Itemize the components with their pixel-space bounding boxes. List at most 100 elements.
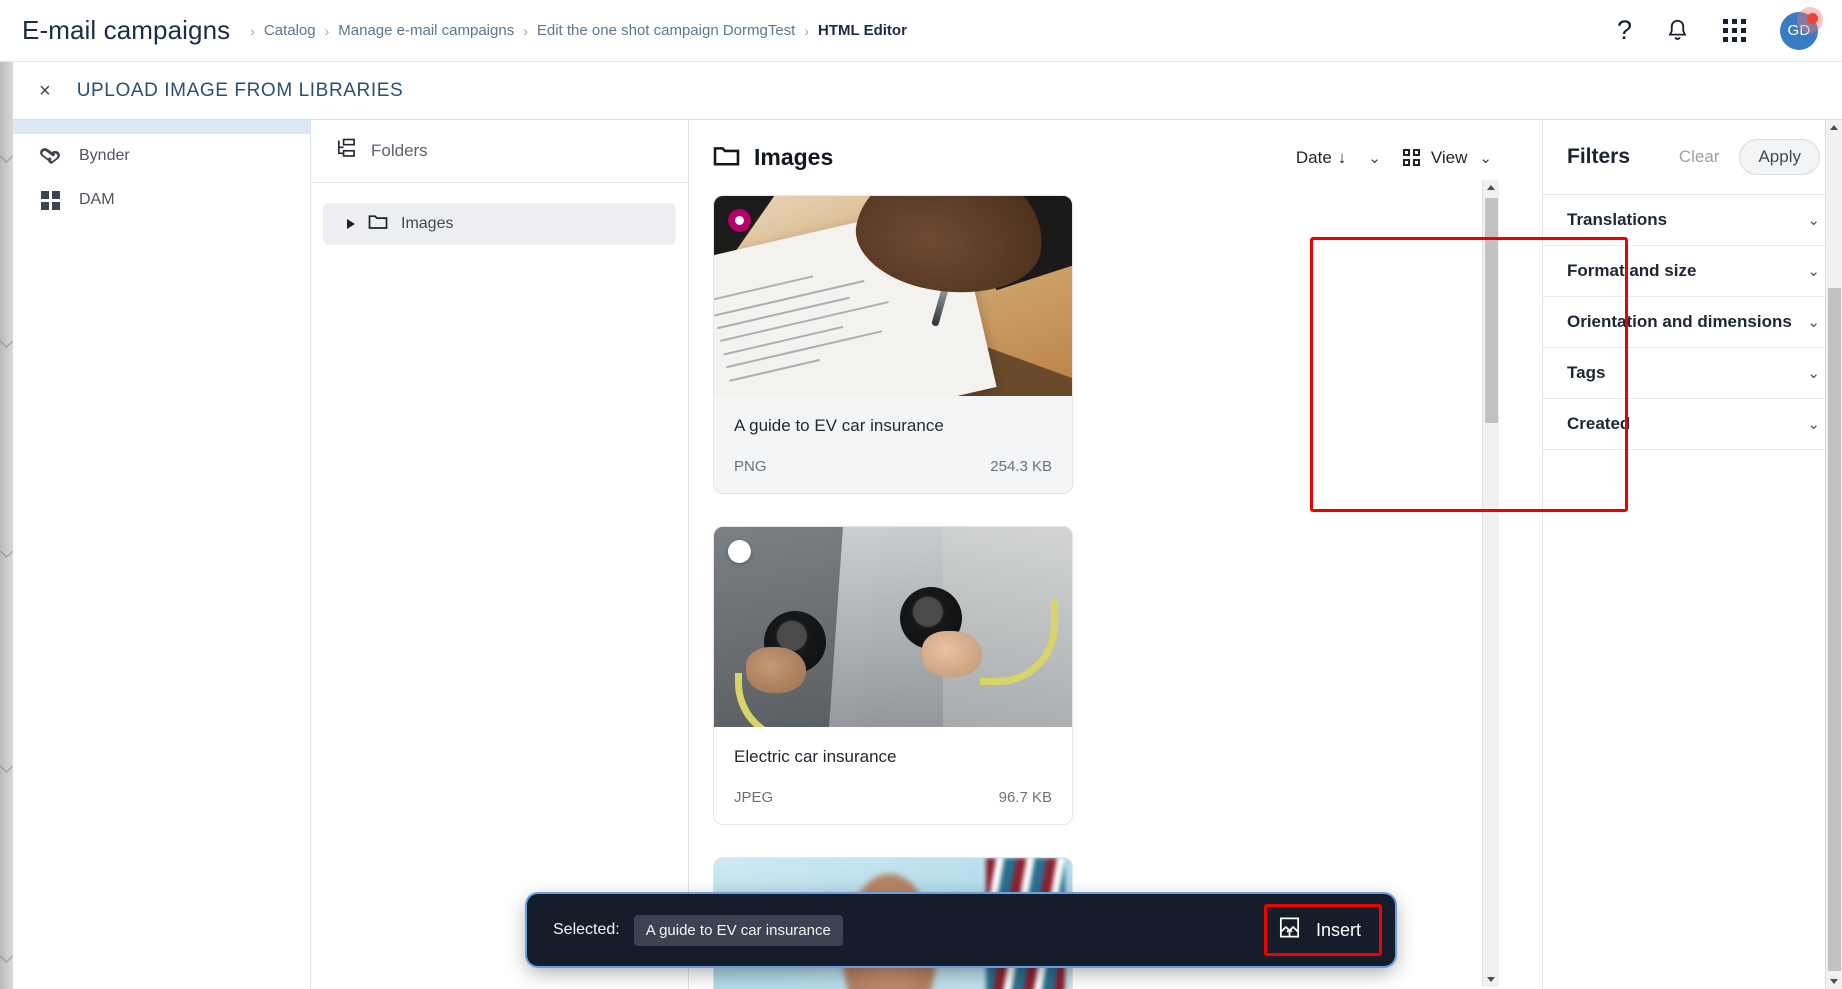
filter-section-label: Created [1567, 414, 1631, 433]
insert-label: Insert [1315, 919, 1361, 940]
upload-image-modal: × UPLOAD IMAGE FROM LIBRARIES Bynder DAM… [13, 62, 1842, 989]
breadcrumb-separator: › [804, 22, 810, 39]
folders-header-label: Folders [371, 141, 428, 160]
image-card-meta: Electric car insurance JPEG 96.7 KB [714, 727, 1072, 824]
sidebar-highlight-band [13, 120, 310, 134]
sort-label: Date [1295, 147, 1332, 167]
sort-button[interactable]: Date ↓ [1286, 142, 1356, 174]
ev-charging-cable-image [714, 527, 1072, 727]
scrollbar-thumb[interactable] [1485, 198, 1498, 423]
filter-section-orientation-and-dimensions[interactable]: Orientation and dimensions ⌄ [1543, 297, 1842, 348]
folders-tree: Images [311, 183, 688, 245]
filters-header: Filters Clear Apply [1543, 120, 1842, 195]
scroll-down-arrow-icon[interactable] [1487, 977, 1495, 982]
bynder-logo-icon [39, 147, 61, 165]
dam-grid-icon [39, 190, 61, 210]
selection-label: Selected: [553, 921, 620, 938]
chevron-down-icon: ⌄ [1807, 263, 1820, 280]
avatar[interactable]: GD [1780, 6, 1823, 50]
help-icon[interactable]: ? [1617, 17, 1632, 44]
filters-title: Filters [1567, 145, 1631, 168]
page-background-gutter [0, 62, 13, 989]
sidebar-item-label: Bynder [79, 147, 130, 164]
image-card-name: Electric car insurance [734, 747, 897, 766]
modal-title: UPLOAD IMAGE FROM LIBRARIES [76, 79, 404, 101]
clear-filters-button[interactable]: Clear [1679, 147, 1720, 167]
libraries-sidebar: Bynder DAM [13, 120, 311, 989]
chevron-down-icon: ⌄ [1807, 365, 1820, 382]
view-chevron-down-icon[interactable]: ⌄ [1467, 149, 1514, 167]
breadcrumb: › Catalog › Manage e-mail campaigns › Ed… [250, 22, 907, 39]
image-card-format: PNG [734, 458, 767, 475]
modal-header: × UPLOAD IMAGE FROM LIBRARIES [13, 62, 1842, 120]
page-title: E-mail campaigns [22, 15, 231, 45]
filter-section-label: Translations [1567, 210, 1668, 229]
selected-image-chip: A guide to EV car insurance [633, 914, 843, 946]
sidebar-item-bynder[interactable]: Bynder [13, 134, 310, 178]
folders-panel: Folders Images [311, 120, 689, 989]
grid-view-icon [1402, 149, 1420, 166]
chevron-down-icon: ⌄ [1807, 212, 1820, 229]
image-card[interactable]: Electric car insurance JPEG 96.7 KB [713, 526, 1073, 825]
image-thumbnail [714, 527, 1072, 727]
image-card-size: 96.7 KB [998, 789, 1052, 806]
folder-item-images[interactable]: Images [323, 203, 676, 245]
close-icon[interactable]: × [39, 81, 51, 101]
view-label: View [1430, 147, 1468, 167]
filter-section-format-and-size[interactable]: Format and size ⌄ [1543, 246, 1842, 297]
card-select-radio[interactable] [728, 209, 751, 232]
page-scrollbar[interactable] [1825, 120, 1842, 989]
filter-section-created[interactable]: Created ⌄ [1543, 399, 1842, 450]
gallery-scrollbar[interactable] [1482, 180, 1499, 987]
image-card-format: JPEG [734, 789, 774, 806]
gallery-title: Images [754, 144, 834, 170]
images-gallery-panel: Images Date ↓ ⌄ View ⌄ A guide to EV car… [689, 120, 1628, 989]
apply-filters-button[interactable]: Apply [1739, 139, 1820, 175]
filters-panel: Filters Clear Apply Translations ⌄ Forma… [1542, 120, 1842, 989]
scroll-up-arrow-icon[interactable] [1487, 185, 1495, 190]
breadcrumb-manage-campaigns[interactable]: Manage e-mail campaigns [338, 22, 514, 39]
gallery-header: Images Date ↓ ⌄ View ⌄ [689, 120, 1542, 195]
folders-header: Folders [311, 120, 688, 183]
breadcrumb-separator: › [523, 22, 528, 39]
sort-chevron-down-icon[interactable]: ⌄ [1356, 149, 1403, 167]
image-card-meta: A guide to EV car insurance PNG 254.3 KB [714, 396, 1072, 493]
sidebar-item-label: DAM [79, 191, 115, 208]
breadcrumb-separator: › [324, 22, 330, 39]
scrollbar-thumb[interactable] [1828, 288, 1841, 971]
image-card[interactable]: A guide to EV car insurance PNG 254.3 KB [713, 195, 1073, 494]
filter-section-label: Orientation and dimensions [1567, 312, 1792, 331]
sidebar-item-dam[interactable]: DAM [13, 178, 310, 222]
expand-triangle-icon[interactable] [347, 219, 355, 229]
insert-button[interactable]: Insert [1265, 907, 1373, 953]
apps-grid-icon[interactable] [1723, 19, 1746, 42]
folder-tree-icon [335, 138, 356, 164]
card-select-radio[interactable] [728, 540, 751, 563]
bell-icon[interactable] [1666, 18, 1689, 43]
image-card-size: 254.3 KB [990, 458, 1052, 475]
app-header-actions: ? GD [1617, 6, 1842, 50]
breadcrumb-catalog[interactable]: Catalog [264, 22, 316, 39]
image-card-name: A guide to EV car insurance [734, 416, 944, 435]
selection-toolbar: Selected: A guide to EV car insurance In… [527, 894, 1395, 966]
scroll-down-arrow-icon[interactable] [1830, 979, 1838, 984]
filter-section-label: Format and size [1567, 261, 1697, 280]
hand-signing-document-image [714, 196, 1072, 396]
chevron-down-icon: ⌄ [1807, 416, 1820, 433]
filter-section-tags[interactable]: Tags ⌄ [1543, 348, 1842, 399]
modal-body: Bynder DAM Folders Images Images Date ↓ … [13, 120, 1842, 989]
breadcrumb-edit-campaign[interactable]: Edit the one shot campaign DormgTest [537, 22, 795, 39]
gallery-toolbar: Date ↓ ⌄ View ⌄ [1286, 142, 1514, 174]
breadcrumb-separator: › [250, 22, 255, 39]
breadcrumb-html-editor[interactable]: HTML Editor [818, 22, 907, 39]
sort-direction-icon: ↓ [1337, 147, 1347, 167]
filter-section-label: Tags [1567, 363, 1606, 382]
filter-section-translations[interactable]: Translations ⌄ [1543, 195, 1842, 246]
app-header: E-mail campaigns › Catalog › Manage e-ma… [0, 0, 1842, 62]
view-button[interactable]: View [1402, 147, 1468, 168]
folder-icon [368, 213, 388, 235]
image-cards-scroll-area[interactable]: A guide to EV car insurance PNG 254.3 KB [689, 195, 1542, 989]
chevron-down-icon: ⌄ [1807, 314, 1820, 331]
scroll-up-arrow-icon[interactable] [1830, 125, 1838, 130]
notification-dot [1807, 12, 1818, 24]
